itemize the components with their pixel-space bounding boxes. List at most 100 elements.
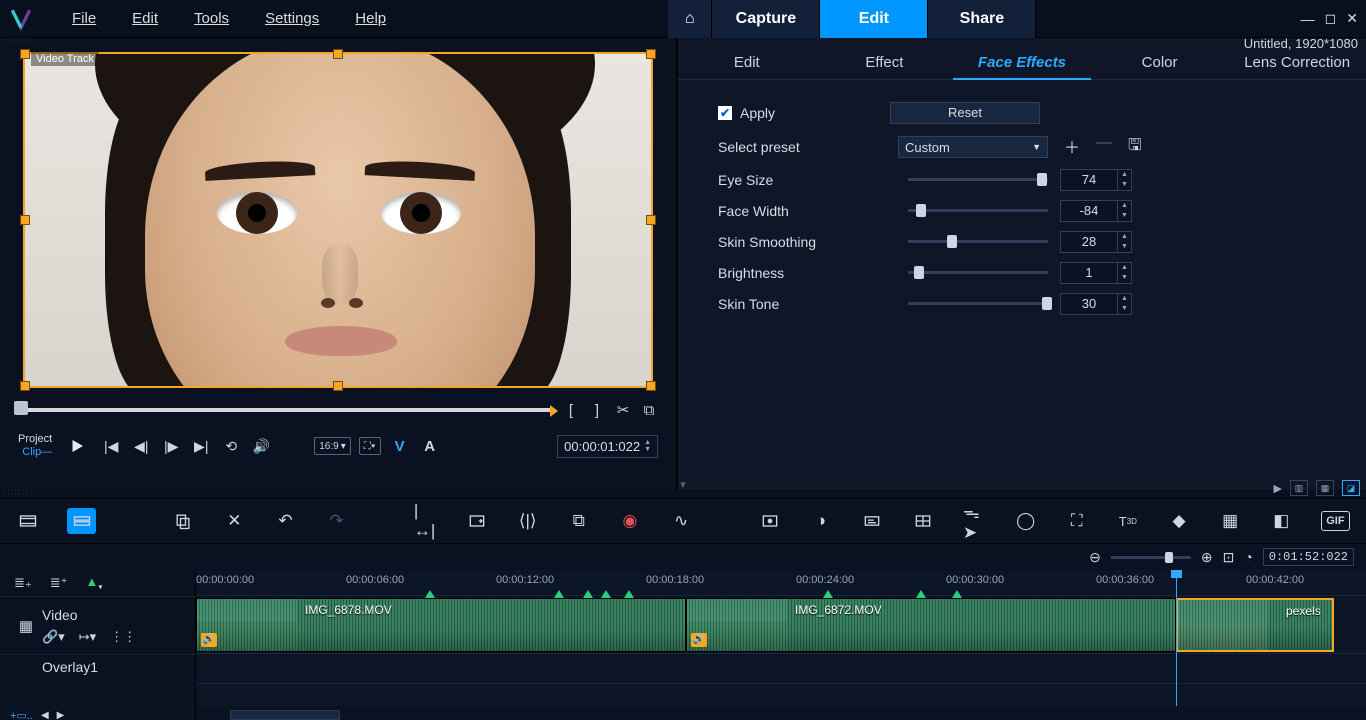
volume-icon[interactable]: 🔊 bbox=[250, 435, 272, 457]
focus-icon[interactable]: ⛶ bbox=[1065, 509, 1088, 533]
timeline-view-icon[interactable] bbox=[67, 508, 96, 534]
close-icon[interactable]: ✕ bbox=[1346, 10, 1358, 27]
menu-edit[interactable]: Edit bbox=[114, 10, 176, 27]
exposure-icon[interactable]: ◧ bbox=[1270, 509, 1293, 533]
fit-project-icon[interactable]: ⊡ bbox=[1223, 549, 1235, 566]
slider-value-field[interactable]: 74▲▼ bbox=[1060, 169, 1132, 191]
slider-track[interactable] bbox=[908, 178, 1048, 181]
step-back-icon[interactable]: ◀| bbox=[130, 435, 152, 457]
timeline-timecode[interactable]: 0:01:52:022 bbox=[1263, 548, 1354, 566]
zoom-slider[interactable] bbox=[1111, 556, 1191, 559]
crop-chip[interactable]: ⛶▾ bbox=[359, 437, 381, 455]
mode-edit[interactable]: Edit bbox=[820, 0, 928, 38]
spin-up-icon[interactable]: ▲ bbox=[1118, 232, 1131, 242]
fit-width-icon[interactable]: |↔| bbox=[414, 509, 437, 533]
scroll-right-icon[interactable]: ▶ bbox=[57, 710, 65, 720]
tab-color[interactable]: Color bbox=[1091, 46, 1229, 80]
audio-wave-icon[interactable]: ∿ bbox=[670, 509, 693, 533]
stabilize-icon[interactable]: ◯ bbox=[1014, 509, 1037, 533]
copy-attrs-icon[interactable] bbox=[172, 509, 195, 533]
slider-thumb[interactable] bbox=[914, 266, 924, 279]
playhead[interactable] bbox=[1176, 570, 1177, 720]
timeline-tracks[interactable]: 00:00:00:0000:00:06:0000:00:12:0000:00:1… bbox=[196, 570, 1366, 720]
panel-layout-3-icon[interactable]: ◪ bbox=[1342, 480, 1360, 496]
clock-icon[interactable]: ◔ bbox=[1244, 549, 1252, 565]
slider-value-field[interactable]: 30▲▼ bbox=[1060, 293, 1132, 315]
menu-help[interactable]: Help bbox=[337, 10, 404, 27]
reset-button[interactable]: Reset bbox=[890, 102, 1040, 124]
go-start-icon[interactable]: |◀ bbox=[100, 435, 122, 457]
scroll-left-icon[interactable]: ◀ bbox=[41, 710, 49, 720]
slider-value-field[interactable]: 28▲▼ bbox=[1060, 231, 1132, 253]
undo-icon[interactable]: ↶ bbox=[274, 509, 297, 533]
chroma-icon[interactable]: ◆ bbox=[1167, 509, 1190, 533]
h-scrollbar-thumb[interactable] bbox=[230, 710, 340, 720]
scissors-icon[interactable]: ✂ bbox=[614, 401, 632, 419]
project-mode-label[interactable]: Project bbox=[18, 433, 52, 446]
redo-icon[interactable]: ↷ bbox=[325, 509, 348, 533]
video-track-icon[interactable]: ▦ bbox=[10, 617, 42, 635]
slider-thumb[interactable] bbox=[916, 204, 926, 217]
slider-value-field[interactable]: -84▲▼ bbox=[1060, 200, 1132, 222]
scrub-playhead[interactable] bbox=[14, 401, 28, 415]
slider-thumb[interactable] bbox=[1037, 173, 1047, 186]
timeline-clip[interactable]: IMG_6872.MOV🔊 bbox=[686, 598, 1176, 652]
spin-up-icon[interactable]: ▲ bbox=[1118, 263, 1131, 273]
ripple-icon[interactable]: ↦▾ bbox=[79, 629, 96, 645]
track-menu-icon[interactable]: ⋮⋮ bbox=[110, 629, 136, 645]
audio-toggle[interactable]: A bbox=[419, 435, 441, 457]
spin-up-icon[interactable]: ▲ bbox=[1118, 201, 1131, 211]
add-preset-icon[interactable]: ＋ bbox=[1064, 134, 1080, 161]
menu-settings[interactable]: Settings bbox=[247, 10, 337, 27]
slider-thumb[interactable] bbox=[1042, 297, 1052, 310]
slider-track[interactable] bbox=[908, 240, 1048, 243]
tab-edit[interactable]: Edit bbox=[678, 46, 816, 80]
subtitle-icon[interactable] bbox=[861, 509, 884, 533]
spin-down-icon[interactable]: ▼ bbox=[1118, 180, 1131, 190]
storyboard-view-icon[interactable] bbox=[16, 509, 39, 533]
timecode-spinner[interactable]: ▲▼ bbox=[644, 439, 651, 453]
resize-handle[interactable] bbox=[20, 215, 30, 225]
multicam-icon[interactable] bbox=[912, 509, 935, 533]
mode-share[interactable]: Share bbox=[928, 0, 1036, 38]
mask-icon[interactable]: ◑ bbox=[809, 509, 832, 533]
slider-track[interactable] bbox=[908, 271, 1048, 274]
timeline-clip[interactable]: IMG_6878.MOV🔊 bbox=[196, 598, 686, 652]
resize-handle[interactable] bbox=[646, 381, 656, 391]
spin-down-icon[interactable]: ▼ bbox=[1118, 242, 1131, 252]
slider-value-field[interactable]: 1▲▼ bbox=[1060, 262, 1132, 284]
filmstrip-icon[interactable]: ▦ bbox=[1219, 509, 1242, 533]
pan-zoom-icon[interactable] bbox=[465, 509, 488, 533]
menu-tools[interactable]: Tools bbox=[176, 10, 247, 27]
snapshot-icon[interactable]: ⧉ bbox=[640, 401, 658, 419]
timecode-field[interactable]: 00:00:01:022 ▲▼ bbox=[557, 435, 658, 458]
mark-in-icon[interactable]: [ bbox=[562, 401, 580, 419]
maximize-icon[interactable]: ◻ bbox=[1325, 10, 1337, 27]
tab-face-effects[interactable]: Face Effects bbox=[953, 46, 1091, 80]
resize-handle[interactable] bbox=[333, 49, 343, 59]
zoom-out-icon[interactable]: ⊖ bbox=[1089, 549, 1101, 566]
mode-capture[interactable]: Capture bbox=[712, 0, 820, 38]
zoom-thumb[interactable] bbox=[1165, 552, 1173, 563]
slider-track[interactable] bbox=[908, 209, 1048, 212]
overlay-track[interactable] bbox=[196, 654, 1366, 684]
video-toggle[interactable]: V bbox=[389, 435, 411, 457]
slider-thumb[interactable] bbox=[947, 235, 957, 248]
mark-out-icon[interactable]: ] bbox=[588, 401, 606, 419]
go-end-icon[interactable]: ▶| bbox=[190, 435, 212, 457]
scrub-track[interactable] bbox=[18, 408, 554, 412]
video-track[interactable]: IMG_6878.MOV🔊IMG_6872.MOV🔊★FXpexels bbox=[196, 596, 1366, 654]
resize-handle[interactable] bbox=[646, 215, 656, 225]
panel-scroll-right-icon[interactable]: ▶ bbox=[1274, 482, 1282, 495]
mode-home[interactable]: ⌂ bbox=[668, 0, 712, 38]
link-icon[interactable]: 🔗▾ bbox=[42, 629, 65, 645]
tools-icon[interactable]: ✕ bbox=[223, 509, 246, 533]
split-grip-icon[interactable]: ▾ bbox=[676, 478, 690, 492]
spin-down-icon[interactable]: ▼ bbox=[1118, 273, 1131, 283]
track-opts-1-icon[interactable]: ≣₊ bbox=[14, 575, 32, 591]
gif-icon[interactable]: GIF bbox=[1321, 511, 1350, 531]
spin-up-icon[interactable]: ▲ bbox=[1118, 170, 1131, 180]
step-fwd-icon[interactable]: |▶ bbox=[160, 435, 182, 457]
play-button[interactable] bbox=[62, 431, 92, 461]
slider-track[interactable] bbox=[908, 302, 1048, 305]
